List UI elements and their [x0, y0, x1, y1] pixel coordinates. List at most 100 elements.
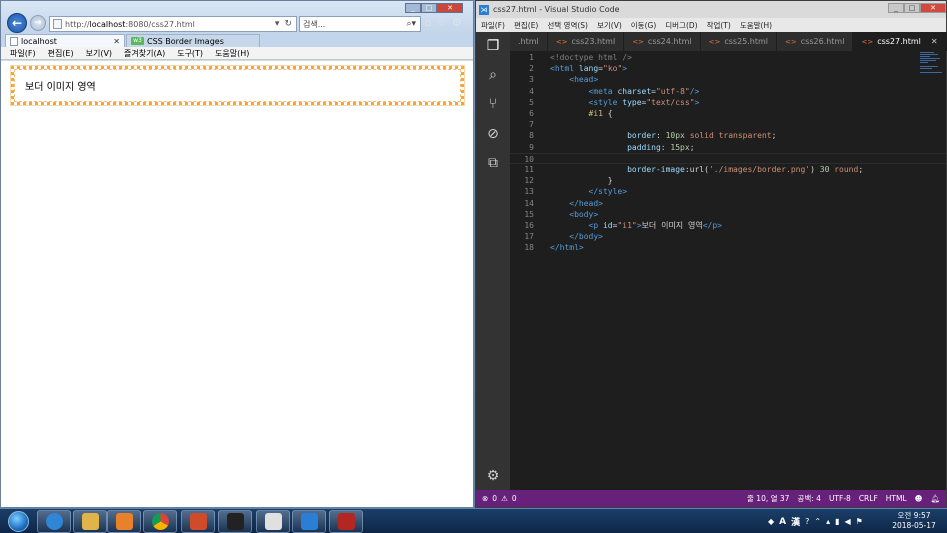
code-line[interactable]: 2 <html lang="ko"> [510, 63, 946, 74]
code-line[interactable]: 8 border: 10px solid transparent; [510, 130, 946, 141]
back-button[interactable]: ← [7, 13, 27, 33]
menu-tools[interactable]: 도구(T) [177, 48, 203, 59]
ime-hanja[interactable]: 漢 [791, 515, 800, 528]
menu-tasks[interactable]: 작업(T) [707, 20, 731, 31]
taskbar-explorer-button[interactable] [73, 510, 107, 533]
taskbar-ie-button[interactable] [37, 510, 71, 533]
tab-css27[interactable]: <> css27.html ✕ [853, 32, 947, 51]
clock[interactable]: 오전 9:57 2018-05-17 [890, 511, 938, 531]
tray-expand-icon[interactable]: ⌃ [814, 517, 821, 526]
code-line[interactable]: 15 <body> [510, 209, 946, 220]
search-icon[interactable]: ⌕ [476, 63, 510, 87]
source-control-icon[interactable]: ⑂ [476, 92, 510, 116]
favorites-star-icon[interactable]: ☆ [437, 16, 447, 29]
menu-help[interactable]: 도움말(H) [215, 48, 249, 59]
code-line[interactable]: 12 } [510, 175, 946, 186]
explorer-icon[interactable]: ❐ [476, 34, 510, 58]
taskbar-chrome-button[interactable] [143, 510, 177, 533]
menu-file[interactable]: 파일(F) [481, 20, 505, 31]
debug-icon[interactable]: ⊘ [476, 122, 510, 146]
html-file-icon: <> [785, 37, 797, 46]
notifications-bell-icon[interactable]: 🔔︎ [930, 494, 940, 503]
tab-css26[interactable]: <> css26.html [777, 32, 854, 51]
feedback-smiley-icon[interactable]: ☻ [915, 494, 923, 503]
address-bar[interactable]: http://localhost:8080/css27.html ▾ ↻ [49, 16, 297, 32]
minimize-button[interactable]: _ [888, 3, 904, 13]
taskbar-filezilla-button[interactable] [329, 510, 363, 533]
code-line[interactable]: 1 <!doctype html /> [510, 52, 946, 63]
maximize-button[interactable]: □ [904, 3, 920, 13]
chrome-icon [151, 513, 169, 530]
menu-edit[interactable]: 편집(E) [514, 20, 538, 31]
show-hidden-icons-icon[interactable]: ▴ [826, 517, 830, 526]
menu-view[interactable]: 보기(V) [597, 20, 622, 31]
code-editor[interactable]: 1 <!doctype html /> 2 <html lang="ko"> 3 <he… [510, 51, 946, 490]
taskbar-java-button[interactable] [256, 510, 290, 533]
language-mode[interactable]: HTML [886, 494, 907, 503]
network-icon[interactable]: ▮ [835, 517, 839, 526]
code-line[interactable]: 13 </style> [510, 186, 946, 197]
code-line[interactable]: 17 </body> [510, 231, 946, 242]
code-line[interactable]: 10 [510, 152, 946, 164]
taskbar-cmd-button[interactable] [218, 510, 252, 533]
code-line[interactable]: 6 #i1 { [510, 108, 946, 119]
menu-view[interactable]: 보기(V) [86, 48, 112, 59]
extensions-icon[interactable]: ⧉ [476, 151, 510, 175]
start-button[interactable] [3, 509, 33, 533]
taskbar-media-player-button[interactable] [107, 510, 141, 533]
maximize-button[interactable]: □ [421, 3, 437, 13]
volume-icon[interactable]: ◀ [845, 517, 851, 526]
tab-localhost[interactable]: localhost ✕ [5, 34, 125, 47]
tab-css-border-images[interactable]: w3 CSS Border Images [126, 34, 260, 47]
encoding[interactable]: UTF-8 [829, 494, 851, 503]
help-icon[interactable]: ? [805, 517, 809, 526]
cursor-position[interactable]: 줄 10, 열 37 [747, 493, 789, 504]
taskbar-vscode-button[interactable] [292, 510, 326, 533]
code-line[interactable]: 14 </head> [510, 198, 946, 209]
menu-go[interactable]: 이동(G) [631, 20, 656, 31]
dropdown-icon[interactable]: ▾ [275, 19, 280, 29]
code-token: id [602, 221, 613, 230]
code-line[interactable]: 4 <meta charset="utf-8"/> [510, 86, 946, 97]
forward-button[interactable]: → [30, 15, 46, 31]
menu-edit[interactable]: 편집(E) [48, 48, 74, 59]
home-icon[interactable]: ⌂ [425, 16, 432, 29]
code-line[interactable]: 9 padding: 15px; [510, 142, 946, 153]
menu-debug[interactable]: 디버그(D) [665, 20, 697, 31]
language-icon[interactable]: ◆ [768, 517, 774, 526]
refresh-icon[interactable]: ↻ [284, 19, 292, 29]
taskbar-powerpoint-button[interactable] [181, 510, 215, 533]
close-tab-icon[interactable]: ✕ [113, 37, 120, 46]
menu-selection[interactable]: 선택 영역(S) [547, 20, 588, 31]
minimap[interactable] [920, 51, 944, 91]
tab-css24[interactable]: <> css24.html [624, 32, 701, 51]
indentation[interactable]: 공백: 4 [797, 493, 820, 504]
menu-favorites[interactable]: 즐겨찾기(A) [124, 48, 165, 59]
minimize-button[interactable]: _ [405, 3, 421, 13]
code-line[interactable]: 3 <head> [510, 74, 946, 85]
code-line[interactable]: 16 <p id="i1">보더 이미지 영역</p> [510, 220, 946, 231]
close-button[interactable]: ✕ [920, 3, 946, 13]
code-token: border-image [627, 165, 685, 174]
code-line[interactable]: 18 </html> [510, 242, 946, 253]
search-icon[interactable]: ⌕▾ [406, 19, 416, 29]
close-button[interactable]: ✕ [437, 3, 463, 13]
menu-help[interactable]: 도움말(H) [740, 20, 772, 31]
close-tab-icon[interactable]: ✕ [931, 37, 938, 46]
search-box[interactable]: 검색... ⌕▾ [299, 16, 421, 32]
ime-mode[interactable]: A [779, 517, 786, 527]
line-ending[interactable]: CRLF [859, 494, 878, 503]
code-line[interactable]: 5 <style type="text/css"> [510, 97, 946, 108]
menu-file[interactable]: 파일(F) [10, 48, 36, 59]
flag-icon[interactable]: ⚑ [856, 517, 863, 526]
code-line[interactable]: 11 border-image:url('./images/border.png… [510, 164, 946, 175]
code-line[interactable]: 7 [510, 119, 946, 130]
tab-css23[interactable]: <> css23.html [547, 32, 625, 51]
settings-gear-icon[interactable]: ⚙ [476, 464, 510, 488]
editor-title-bar: ⋊ css27.html - Visual Studio Code _ □ ✕ [476, 1, 946, 18]
tools-gear-icon[interactable]: ⚙ [452, 16, 462, 29]
problems-indicator[interactable]: ⊗ 0 ⚠ 0 [482, 494, 517, 503]
tab-css25[interactable]: <> css25.html [700, 32, 778, 51]
tab-html[interactable]: .html [510, 32, 548, 51]
